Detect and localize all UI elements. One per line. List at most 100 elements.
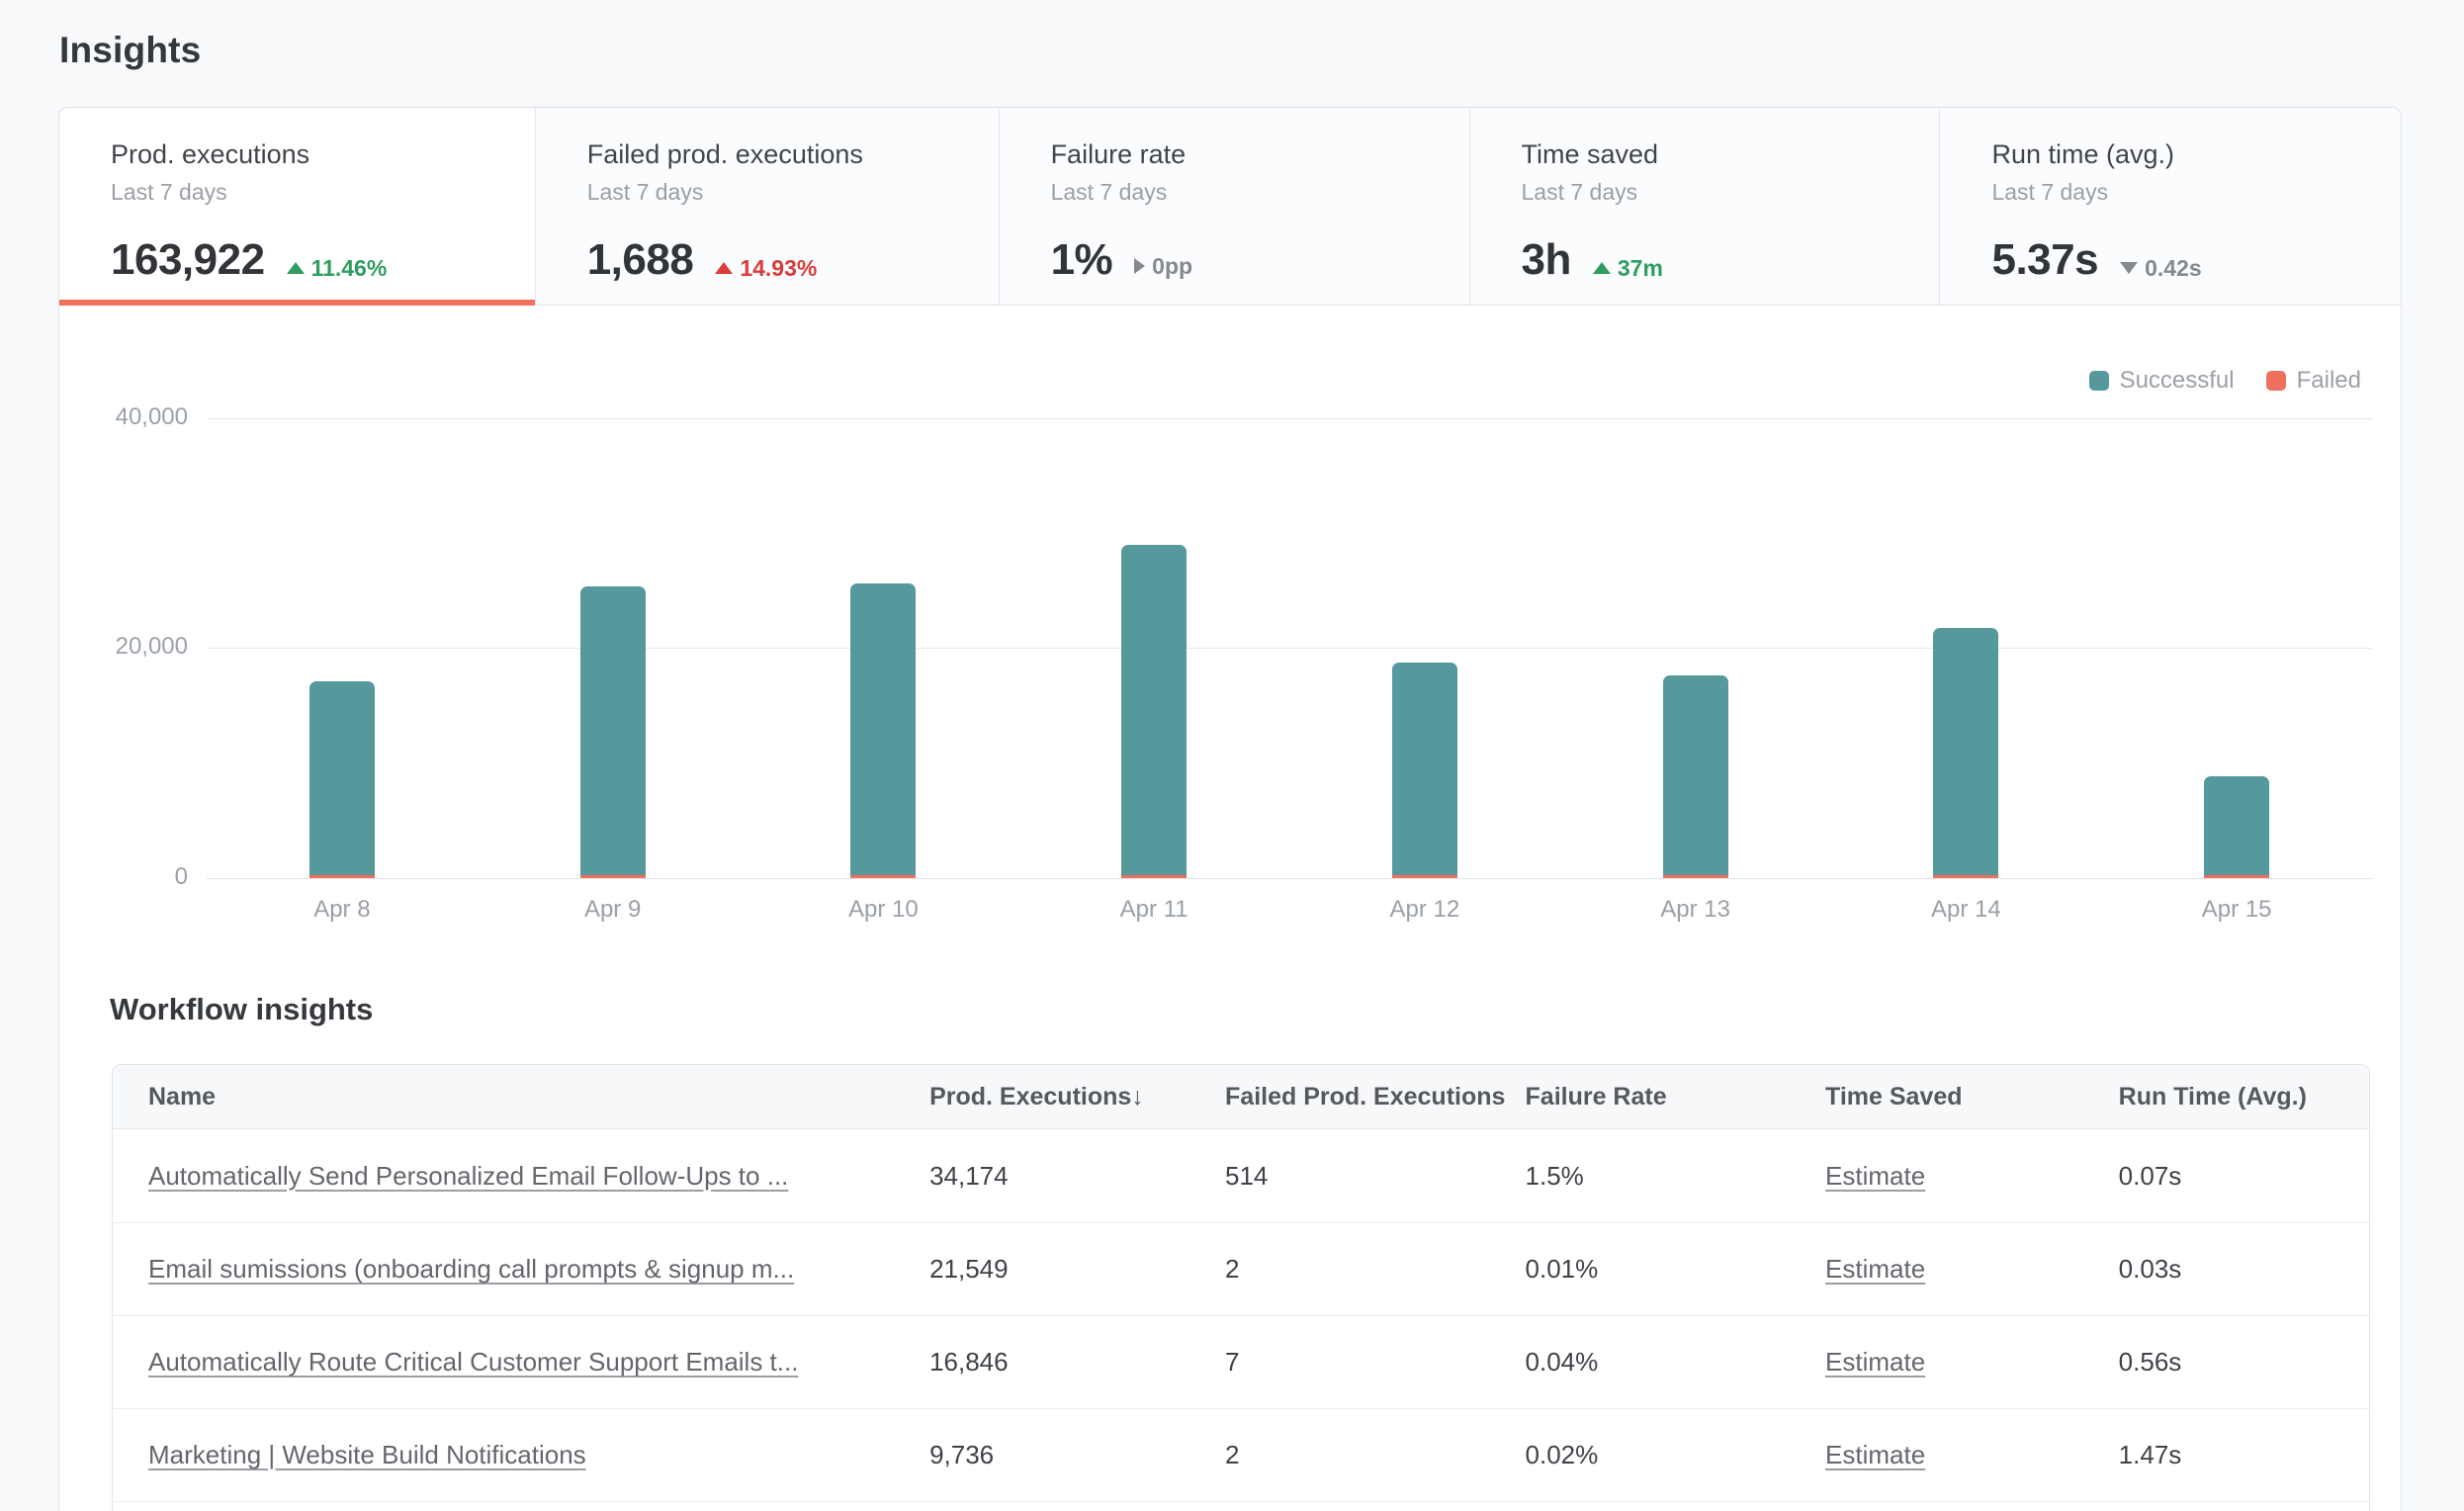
x-tick-label: Apr 14 xyxy=(1887,896,2045,924)
column-header-failed-prod-executions[interactable]: Failed Prod. Executions xyxy=(1225,1083,1526,1111)
failed-prod-executions-cell: 514 xyxy=(1225,1161,1526,1192)
run-time-cell: 0.56s xyxy=(2119,1347,2369,1378)
x-axis-labels: Apr 8Apr 9Apr 10Apr 11Apr 12Apr 13Apr 14… xyxy=(207,896,2372,930)
x-tick-label: Apr 9 xyxy=(534,896,692,924)
card-prod-executions[interactable]: Prod. executions Last 7 days 163,922 11.… xyxy=(59,108,535,305)
column-header-time-saved[interactable]: Time Saved xyxy=(1825,1083,2119,1111)
card-value: 3h xyxy=(1522,235,1571,285)
insights-panel: Successful Failed 40,000 20,000 0 Apr 8A… xyxy=(58,306,2402,1511)
bar-successful xyxy=(850,583,916,875)
bar-group xyxy=(580,586,646,878)
run-time-cell: 1.47s xyxy=(2119,1440,2369,1470)
card-failure-rate[interactable]: Failure rate Last 7 days 1% 0pp xyxy=(999,108,1469,305)
bar-group xyxy=(309,681,375,878)
bar-group xyxy=(2204,776,2269,878)
table-row: Email sumissions (onboarding call prompt… xyxy=(113,1222,2369,1315)
y-tick-label: 0 xyxy=(59,863,188,891)
successful-swatch-icon xyxy=(2089,371,2109,391)
run-time-cell: 0.03s xyxy=(2119,1254,2369,1285)
bar-successful xyxy=(2204,776,2269,875)
insights-content: Prod. executions Last 7 days 163,922 11.… xyxy=(58,107,2402,1511)
table-row: Marketing | Website Build Notifications … xyxy=(113,1408,2369,1501)
y-tick-label: 40,000 xyxy=(59,403,188,431)
executions-bar-chart xyxy=(207,418,2372,878)
legend-label: Successful xyxy=(2120,367,2235,395)
failure-rate-cell: 0.02% xyxy=(1526,1440,1826,1470)
workflow-insights-title: Workflow insights xyxy=(110,992,373,1027)
failed-swatch-icon xyxy=(2266,371,2286,391)
failed-prod-executions-cell: 7 xyxy=(1225,1347,1526,1378)
failure-rate-cell: 0.01% xyxy=(1526,1254,1826,1285)
bar-failed xyxy=(850,875,916,878)
prod-executions-cell: 9,736 xyxy=(929,1440,1225,1470)
column-header-failure-rate[interactable]: Failure Rate xyxy=(1526,1083,1826,1111)
arrow-up-icon xyxy=(287,262,305,274)
sort-desc-icon: ↓ xyxy=(1131,1083,1144,1111)
legend-label: Failed xyxy=(2297,367,2361,395)
bar-group xyxy=(1663,675,1728,878)
bar-successful xyxy=(1933,628,1998,875)
workflow-name-link[interactable]: Automatically Send Personalized Email Fo… xyxy=(148,1161,788,1191)
arrow-right-icon xyxy=(1134,258,1145,274)
legend-item-successful[interactable]: Successful xyxy=(2089,367,2235,395)
card-title: Prod. executions xyxy=(111,139,515,170)
bar-failed xyxy=(1663,875,1728,878)
table-row-partial xyxy=(113,1501,2369,1511)
time-saved-estimate-link[interactable]: Estimate xyxy=(1825,1161,1925,1191)
workflow-name-link[interactable]: Automatically Route Critical Customer Su… xyxy=(148,1347,798,1377)
time-saved-estimate-link[interactable]: Estimate xyxy=(1825,1254,1925,1284)
card-failed-prod-executions[interactable]: Failed prod. executions Last 7 days 1,68… xyxy=(535,108,999,305)
arrow-up-icon xyxy=(715,262,733,274)
bar-failed xyxy=(2204,875,2269,878)
bar-group xyxy=(850,583,916,878)
run-time-cell: 0.07s xyxy=(2119,1161,2369,1192)
arrow-up-icon xyxy=(1593,262,1611,274)
card-value: 5.37s xyxy=(1991,235,2098,285)
time-saved-estimate-link[interactable]: Estimate xyxy=(1825,1347,1925,1377)
time-saved-estimate-link[interactable]: Estimate xyxy=(1825,1440,1925,1469)
bar-failed xyxy=(1933,875,1998,878)
bar-failed xyxy=(309,875,375,878)
workflow-name-link[interactable]: Marketing | Website Build Notifications xyxy=(148,1440,586,1469)
card-delta: 37m xyxy=(1593,255,1663,282)
card-period: Last 7 days xyxy=(1051,179,1450,206)
legend-item-failed[interactable]: Failed xyxy=(2266,367,2361,395)
bar-group xyxy=(1933,628,1998,878)
workflow-insights-table: Name Prod. Executions↓ Failed Prod. Exec… xyxy=(112,1064,2370,1511)
table-header-row: Name Prod. Executions↓ Failed Prod. Exec… xyxy=(113,1065,2369,1129)
card-delta: 0pp xyxy=(1134,253,1192,280)
card-value: 1,688 xyxy=(587,235,694,285)
card-title: Time saved xyxy=(1522,139,1920,170)
card-value: 163,922 xyxy=(111,235,265,285)
card-period: Last 7 days xyxy=(587,179,979,206)
page-title: Insights xyxy=(59,30,201,71)
x-tick-label: Apr 8 xyxy=(263,896,421,924)
bar-failed xyxy=(1121,875,1187,878)
chart-legend: Successful Failed xyxy=(2089,367,2361,395)
table-body: Automatically Send Personalized Email Fo… xyxy=(113,1129,2369,1501)
bar-successful xyxy=(580,586,646,875)
column-header-run-time[interactable]: Run Time (Avg.) xyxy=(2119,1083,2369,1111)
column-header-name[interactable]: Name xyxy=(113,1083,929,1111)
card-period: Last 7 days xyxy=(1522,179,1920,206)
column-header-prod-executions[interactable]: Prod. Executions↓ xyxy=(929,1083,1225,1111)
card-run-time-avg[interactable]: Run time (avg.) Last 7 days 5.37s 0.42s xyxy=(1939,108,2400,305)
failure-rate-cell: 1.5% xyxy=(1526,1161,1826,1192)
card-time-saved[interactable]: Time saved Last 7 days 3h 37m xyxy=(1469,108,1940,305)
card-value: 1% xyxy=(1051,235,1113,285)
axis-baseline xyxy=(207,878,2372,879)
bar-group xyxy=(1121,545,1187,878)
card-delta: 0.42s xyxy=(2120,255,2202,282)
x-tick-label: Apr 10 xyxy=(804,896,962,924)
table-row: Automatically Route Critical Customer Su… xyxy=(113,1315,2369,1408)
failed-prod-executions-cell: 2 xyxy=(1225,1440,1526,1470)
x-tick-label: Apr 12 xyxy=(1346,896,1504,924)
failure-rate-cell: 0.04% xyxy=(1526,1347,1826,1378)
prod-executions-cell: 34,174 xyxy=(929,1161,1225,1192)
failed-prod-executions-cell: 2 xyxy=(1225,1254,1526,1285)
x-tick-label: Apr 13 xyxy=(1617,896,1775,924)
card-title: Failure rate xyxy=(1051,139,1450,170)
workflow-name-link[interactable]: Email sumissions (onboarding call prompt… xyxy=(148,1254,794,1284)
card-period: Last 7 days xyxy=(111,179,515,206)
card-period: Last 7 days xyxy=(1991,179,2380,206)
